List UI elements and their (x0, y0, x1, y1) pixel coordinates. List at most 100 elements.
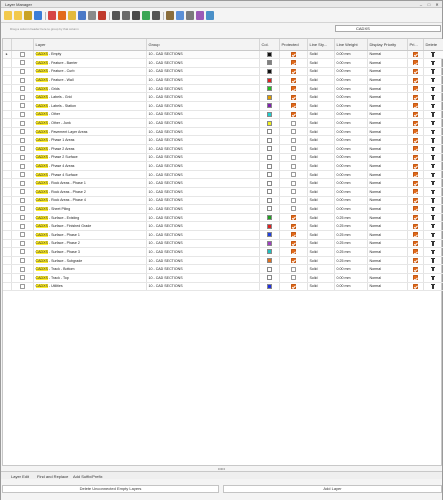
row-select-checkbox[interactable] (19, 86, 25, 92)
row-select-checkbox[interactable] (19, 232, 25, 238)
protected-cell[interactable] (279, 127, 308, 137)
delete-cell[interactable] (423, 196, 443, 206)
layer-name-cell[interactable]: CADXS - Phase 2 Areas (33, 144, 147, 154)
trash-icon[interactable] (431, 198, 435, 203)
display-priority-cell[interactable]: Normal (367, 264, 408, 274)
line-style-cell[interactable]: Solid (307, 256, 335, 266)
row-indicator[interactable] (3, 204, 12, 214)
table-row[interactable]: CADXS - Phase 4 Surface 10 - CAD SECTIONS… (3, 170, 443, 180)
print-cell[interactable] (407, 110, 424, 120)
protected-cell[interactable] (279, 178, 308, 188)
color-swatch[interactable] (266, 266, 272, 272)
move-icon[interactable] (48, 11, 56, 20)
row-select-checkbox[interactable] (19, 215, 25, 221)
line-style-cell[interactable]: Solid (307, 153, 335, 163)
print-cell[interactable] (407, 273, 424, 283)
group-cell[interactable]: 10 - CAD SECTIONS (146, 256, 260, 266)
color-cell[interactable] (259, 230, 280, 240)
help-icon[interactable] (34, 11, 42, 20)
row-indicator[interactable] (3, 153, 12, 163)
print-cell[interactable] (407, 58, 424, 68)
table-row[interactable]: CADXS - Surface - Phase 2 10 - CAD SECTIO… (3, 239, 443, 249)
layer-name-cell[interactable]: CADXS - Phase 4 Areas (33, 161, 147, 171)
group-cell[interactable]: 10 - CAD SECTIONS (146, 101, 260, 111)
print-cell[interactable] (407, 204, 424, 214)
table-row[interactable]: CADXS - Rock Areas - Phase 1 10 - CAD SEC… (3, 178, 443, 188)
row-select-cell[interactable] (11, 92, 34, 103)
print-checkbox[interactable] (412, 240, 418, 246)
header-display-priority[interactable]: Display Priority (367, 39, 408, 51)
line-style-cell[interactable]: Solid (307, 144, 335, 154)
table-row[interactable]: CADXS - Utilities 10 - CAD SECTIONS Solid 0… (3, 282, 443, 292)
print-cell[interactable] (407, 239, 424, 249)
protected-checkbox[interactable] (290, 94, 296, 100)
color-cell[interactable] (259, 178, 280, 188)
table-row[interactable]: CADXS - Labels - Station 10 - CAD SECTION… (3, 101, 443, 111)
protected-checkbox[interactable] (290, 86, 296, 92)
group-cell[interactable]: 10 - CAD SECTIONS (146, 58, 260, 68)
trash-icon[interactable] (431, 241, 435, 246)
group-cell[interactable]: 10 - CAD SECTIONS (146, 204, 260, 214)
row-indicator[interactable] (3, 247, 12, 257)
display-priority-cell[interactable]: Normal (367, 118, 408, 128)
table-row[interactable]: CADXS - Phase 4 Areas 10 - CAD SECTIONS So… (3, 161, 443, 171)
table-row[interactable]: CADXS - Surface - Phase 3 10 - CAD SECTIO… (3, 247, 443, 257)
print-cell[interactable] (407, 196, 424, 206)
show-all-icon[interactable] (112, 11, 120, 20)
group-cell[interactable]: 10 - CAD SECTIONS (146, 50, 260, 60)
row-select-checkbox[interactable] (19, 249, 25, 255)
display-priority-cell[interactable]: Normal (367, 50, 408, 60)
print-checkbox[interactable] (412, 232, 418, 238)
settings-icon[interactable] (88, 11, 96, 20)
display-priority-cell[interactable]: Normal (367, 170, 408, 180)
header-print[interactable]: Pri... (407, 39, 424, 51)
display-priority-cell[interactable]: Normal (367, 161, 408, 171)
line-weight-cell[interactable]: 0.25 mm (334, 247, 368, 257)
row-select-checkbox[interactable] (19, 240, 25, 246)
display-priority-cell[interactable]: Normal (367, 247, 408, 257)
print-checkbox[interactable] (412, 172, 418, 178)
group-cell[interactable]: 10 - CAD SECTIONS (146, 161, 260, 171)
print-checkbox[interactable] (412, 206, 418, 212)
protected-checkbox[interactable] (290, 197, 296, 203)
line-style-cell[interactable]: Solid (307, 273, 335, 283)
line-style-cell[interactable]: Solid (307, 161, 335, 171)
print-cell[interactable] (407, 101, 424, 111)
color-swatch[interactable] (266, 51, 272, 57)
layer-name-cell[interactable]: CADXS - Feature - Curb (33, 67, 147, 77)
table-row[interactable]: CADXS - Phase 2 Areas 10 - CAD SECTIONS So… (3, 144, 443, 154)
print-cell[interactable] (407, 170, 424, 180)
print-cell[interactable] (407, 221, 424, 231)
line-style-cell[interactable]: Solid (307, 264, 335, 274)
color-cell[interactable] (259, 247, 280, 257)
display-priority-cell[interactable]: Normal (367, 187, 408, 197)
delete-cell[interactable] (423, 127, 443, 137)
search-input[interactable]: CADXS (335, 25, 441, 32)
layer-name-cell[interactable]: CADXS - Pavement Layer Areas (33, 127, 147, 137)
print-checkbox[interactable] (412, 180, 418, 186)
display-priority-cell[interactable]: Normal (367, 204, 408, 214)
color-swatch[interactable] (266, 163, 272, 169)
line-style-cell[interactable]: Solid (307, 67, 335, 77)
trash-icon[interactable] (431, 189, 435, 195)
table-row[interactable]: CADXS - Surface - Phase 1 10 - CAD SECTIO… (3, 230, 443, 240)
color-cell[interactable] (259, 256, 280, 266)
print-checkbox[interactable] (412, 249, 418, 255)
line-weight-cell[interactable]: 0.00 mm (334, 196, 368, 206)
row-select-checkbox[interactable] (19, 60, 25, 66)
protected-cell[interactable] (279, 282, 308, 292)
group-cell[interactable]: 10 - CAD SECTIONS (146, 187, 260, 197)
table-row[interactable]: CADXS - Feature - Curb 10 - CAD SECTIONS S… (3, 67, 443, 77)
color-cell[interactable] (259, 221, 280, 231)
layer-name-cell[interactable]: CADXS - Surface - Phase 3 (33, 247, 147, 257)
tab-add-suffix-prefix[interactable]: Add Suffix/Prefix (73, 474, 103, 479)
row-select-checkbox[interactable] (19, 172, 25, 178)
display-priority-cell[interactable]: Normal (367, 256, 408, 266)
row-select-checkbox[interactable] (19, 77, 25, 83)
group-cell[interactable]: 10 - CAD SECTIONS (146, 153, 260, 163)
trash-icon[interactable] (431, 232, 435, 238)
row-select-cell[interactable] (11, 187, 34, 197)
protected-cell[interactable] (279, 84, 308, 94)
color-swatch[interactable] (266, 206, 272, 212)
delete-cell[interactable] (423, 221, 443, 231)
